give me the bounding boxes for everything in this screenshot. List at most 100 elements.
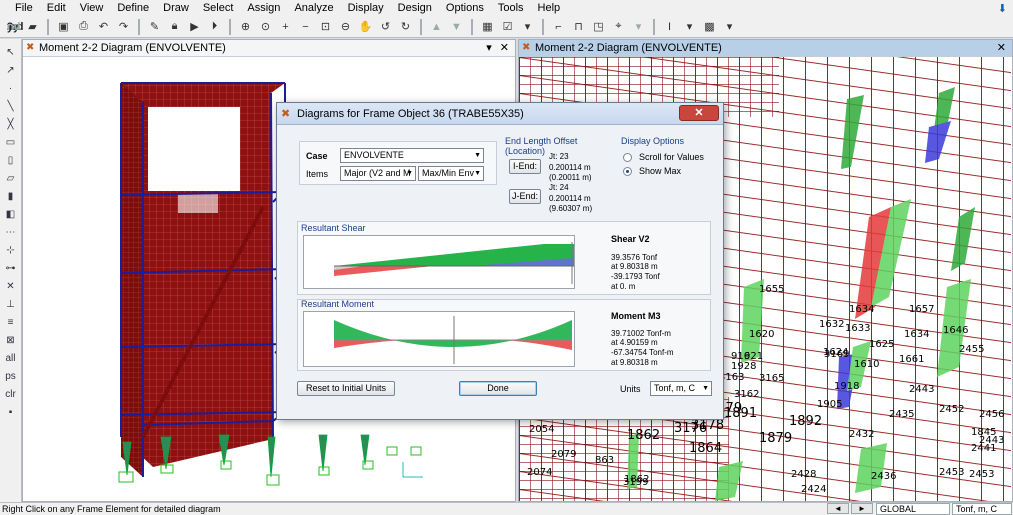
- save-icon[interactable]: ▣: [55, 18, 72, 35]
- items-select[interactable]: Major (V2 and M ▼: [340, 166, 416, 181]
- step-icon[interactable]: ⏵: [206, 18, 223, 35]
- snap-intersect-icon[interactable]: ✕: [3, 279, 18, 294]
- pan-hand-icon[interactable]: ✋: [357, 18, 374, 35]
- clear-icon[interactable]: ⊠: [3, 333, 18, 348]
- draw-poly-icon[interactable]: ▱: [3, 171, 18, 186]
- menu-options[interactable]: Options: [439, 0, 491, 16]
- zoom-previous-icon[interactable]: ⊖: [337, 18, 354, 35]
- draw-line-icon[interactable]: ╲: [3, 99, 18, 114]
- window-menu-icon[interactable]: ▾: [486, 41, 492, 54]
- node-label: 3165: [759, 373, 784, 384]
- menu-assign[interactable]: Assign: [240, 0, 287, 16]
- snap-lines-icon[interactable]: ≡: [3, 315, 18, 330]
- dropdown-icon[interactable]: ▾: [721, 18, 738, 35]
- node-label: 2453: [939, 467, 964, 478]
- show-max-radio[interactable]: [623, 167, 632, 176]
- snap-points-icon[interactable]: ⊹: [3, 243, 18, 258]
- j-joint-label: Jt: 24: [549, 183, 569, 192]
- menu-design[interactable]: Design: [391, 0, 439, 16]
- node-label: 2452: [939, 404, 964, 415]
- units-select[interactable]: Tonf, m, C ▼: [650, 381, 712, 396]
- frame-draw-icon[interactable]: ⌐: [550, 18, 567, 35]
- set-display-icon[interactable]: ▦: [479, 18, 496, 35]
- select-ps-icon[interactable]: ps: [3, 369, 18, 384]
- draw-solid-icon[interactable]: ▮: [3, 189, 18, 204]
- layer-icon[interactable]: ▩: [701, 18, 718, 35]
- coordinate-system-select[interactable]: GLOBAL: [876, 503, 950, 515]
- select-all-label-icon[interactable]: all: [3, 351, 18, 366]
- zoom-window-icon[interactable]: ⊕: [237, 18, 254, 35]
- reset-units-button[interactable]: Reset to Initial Units: [297, 381, 395, 396]
- case-select[interactable]: ENVOLVENTE ▼: [340, 148, 484, 163]
- previous-arrow-icon[interactable]: ◄: [827, 503, 849, 514]
- shear-diagram[interactable]: [303, 235, 575, 289]
- node-label: 2079: [551, 449, 576, 460]
- frame-draw2-icon[interactable]: ⊓: [570, 18, 587, 35]
- dropdown-icon[interactable]: ▾: [630, 18, 647, 35]
- dropdown-icon[interactable]: ▾: [681, 18, 698, 35]
- text-cursor-icon[interactable]: I: [661, 18, 678, 35]
- rotate-right-icon[interactable]: ↻: [397, 18, 414, 35]
- snap-ends-icon[interactable]: ⊶: [3, 261, 18, 276]
- pencil-icon[interactable]: ✎: [146, 18, 163, 35]
- menu-view[interactable]: View: [73, 0, 111, 16]
- area-draw-icon[interactable]: ◳: [590, 18, 607, 35]
- menu-file[interactable]: File: [8, 0, 40, 16]
- dropdown-icon[interactable]: ▾: [519, 18, 536, 35]
- undo-icon[interactable]: ↶: [95, 18, 112, 35]
- scroll-values-radio[interactable]: [623, 153, 632, 162]
- menu-help[interactable]: Help: [531, 0, 568, 16]
- node-label: 2436: [871, 471, 896, 482]
- print-icon[interactable]: ⎙: [75, 18, 92, 35]
- download-arrow-icon[interactable]: ⬇: [998, 2, 1007, 15]
- menu-select[interactable]: Select: [196, 0, 241, 16]
- i-end-button[interactable]: I-End:: [509, 159, 541, 174]
- close-icon[interactable]: ✕: [997, 41, 1006, 54]
- j-offset-location: (9.60307 m): [549, 204, 593, 213]
- pointer-icon[interactable]: ↖: [3, 45, 18, 60]
- moment-diagram[interactable]: [303, 311, 575, 367]
- view-nd-button[interactable]: nd: [4, 18, 23, 35]
- dialog-close-button[interactable]: ✕: [679, 105, 719, 121]
- lock-small-icon[interactable]: ▪: [3, 405, 18, 420]
- node-label: 1879: [759, 431, 792, 446]
- zoom-restore-icon[interactable]: ⊙: [257, 18, 274, 35]
- select-all-icon[interactable]: ⋯: [3, 225, 18, 240]
- menu-display[interactable]: Display: [341, 0, 391, 16]
- zoom-in-icon[interactable]: +: [277, 18, 294, 35]
- draw-solid2-icon[interactable]: ◧: [3, 207, 18, 222]
- reshape-icon[interactable]: ↗: [3, 63, 18, 78]
- menu-draw[interactable]: Draw: [156, 0, 196, 16]
- move-up-icon[interactable]: ▲: [428, 18, 445, 35]
- draw-area-icon[interactable]: ▭: [3, 135, 18, 150]
- status-units-select[interactable]: Tonf, m, C: [952, 503, 1012, 515]
- node-label: 2424: [801, 484, 826, 495]
- joint-icon[interactable]: ·: [3, 81, 18, 96]
- open-folder-icon[interactable]: ▰: [24, 18, 41, 35]
- run-analysis-icon[interactable]: ▶: [186, 18, 203, 35]
- j-end-button[interactable]: J-End:: [509, 189, 541, 204]
- redo-icon[interactable]: ↷: [115, 18, 132, 35]
- draw-brace-icon[interactable]: ╳: [3, 117, 18, 132]
- node-label: 1655: [759, 284, 784, 295]
- menu-analyze[interactable]: Analyze: [287, 0, 340, 16]
- case-label: Case: [306, 151, 328, 161]
- snap-icon[interactable]: ⌖: [610, 18, 627, 35]
- zoom-out-icon[interactable]: −: [297, 18, 314, 35]
- left-window-titlebar: ✖ Moment 2-2 Diagram (ENVOLVENTE) ▾ ✕: [23, 40, 515, 57]
- menu-tools[interactable]: Tools: [491, 0, 531, 16]
- rotate-left-icon[interactable]: ↺: [377, 18, 394, 35]
- menu-define[interactable]: Define: [110, 0, 156, 16]
- envelope-select[interactable]: Max/Min Env ▼: [418, 166, 484, 181]
- snap-perp-icon[interactable]: ⊥: [3, 297, 18, 312]
- close-icon[interactable]: ✕: [500, 41, 509, 54]
- move-down-icon[interactable]: ▼: [448, 18, 465, 35]
- draw-rect-icon[interactable]: ▯: [3, 153, 18, 168]
- next-arrow-icon[interactable]: ►: [851, 503, 873, 514]
- check-icon[interactable]: ☑: [499, 18, 516, 35]
- lock-icon[interactable]: 🔒︎: [166, 18, 183, 35]
- zoom-fit-icon[interactable]: ⊡: [317, 18, 334, 35]
- select-clr-icon[interactable]: clr: [3, 387, 18, 402]
- menu-edit[interactable]: Edit: [40, 0, 73, 16]
- done-button[interactable]: Done: [459, 381, 537, 396]
